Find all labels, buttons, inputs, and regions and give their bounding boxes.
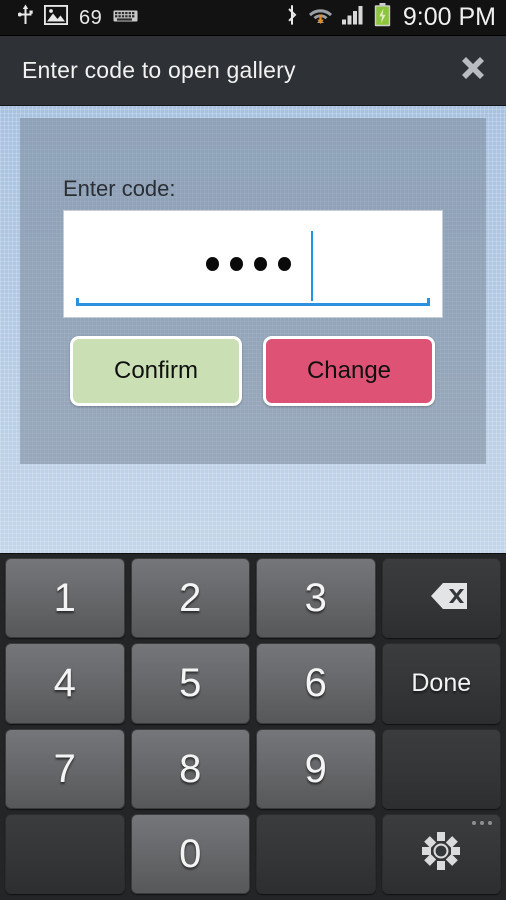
keyboard-icon [113, 8, 138, 28]
numeric-keyboard: 1 2 3 4 5 6 Done 7 8 9 0 [0, 553, 506, 900]
key-settings[interactable] [381, 813, 501, 894]
key-label: 8 [179, 746, 202, 791]
key-label: 1 [53, 576, 76, 621]
status-bar-left: 69 [17, 4, 285, 31]
title-bar: Enter code to open gallery [0, 36, 506, 106]
confirm-button[interactable]: Confirm [70, 336, 242, 406]
key-9[interactable]: 9 [256, 728, 376, 809]
key-label: Done [411, 669, 472, 698]
keyboard-row: 0 [5, 813, 501, 894]
key-5[interactable]: 5 [130, 643, 250, 724]
more-options-dots-icon [472, 820, 492, 825]
gallery-image-icon [43, 4, 69, 30]
key-3[interactable]: 3 [256, 558, 376, 639]
signal-icon [341, 5, 365, 30]
status-bar-clock: 9:00 PM [402, 3, 496, 31]
key-blank-1 [381, 728, 501, 809]
status-bar-right: 9:00 PM [285, 3, 496, 32]
input-underline [76, 298, 430, 306]
key-6[interactable]: 6 [256, 643, 376, 724]
code-dot [229, 257, 243, 271]
battery-charging-icon [374, 3, 391, 32]
key-label: 0 [179, 831, 202, 876]
code-input[interactable] [63, 210, 443, 318]
key-label: 4 [53, 661, 76, 706]
key-backspace[interactable] [381, 558, 501, 639]
code-label: Enter code: [63, 176, 176, 201]
key-blank-2 [5, 813, 125, 894]
key-2[interactable]: 2 [130, 558, 250, 639]
backspace-icon [413, 579, 469, 618]
keyboard-row: 7 8 9 [5, 728, 501, 809]
code-entry-panel: Enter code: Confirm Change [20, 118, 486, 464]
key-4[interactable]: 4 [5, 643, 125, 724]
usb-icon [17, 4, 33, 31]
key-8[interactable]: 8 [130, 728, 250, 809]
key-label: 7 [53, 746, 76, 791]
bluetooth-icon [285, 4, 299, 31]
code-dot [205, 257, 219, 271]
key-1[interactable]: 1 [5, 558, 125, 639]
text-cursor [311, 231, 313, 301]
key-7[interactable]: 7 [5, 728, 125, 809]
keyboard-row: 4 5 6 Done [5, 643, 501, 724]
status-bar[interactable]: 69 9:00 PM [0, 0, 506, 36]
key-label: 6 [304, 661, 327, 706]
gear-icon [420, 830, 462, 877]
key-0[interactable]: 0 [130, 813, 250, 894]
key-label: 9 [304, 746, 327, 791]
wifi-icon [308, 5, 333, 31]
change-button[interactable]: Change [263, 336, 435, 406]
key-label: 3 [304, 576, 327, 621]
wallpaper-content-area: Enter code: Confirm Change [0, 106, 506, 553]
key-blank-3 [256, 813, 376, 894]
code-dot [277, 257, 291, 271]
key-label: 2 [179, 576, 202, 621]
page-title: Enter code to open gallery [22, 57, 296, 83]
close-icon [456, 51, 490, 90]
dialog-button-row: Confirm Change [70, 336, 435, 406]
keyboard-row: 1 2 3 [5, 558, 501, 639]
key-done[interactable]: Done [381, 643, 501, 724]
notification-count: 69 [79, 6, 103, 29]
key-label: 5 [179, 661, 202, 706]
code-dot [253, 257, 267, 271]
close-button[interactable] [440, 36, 506, 106]
